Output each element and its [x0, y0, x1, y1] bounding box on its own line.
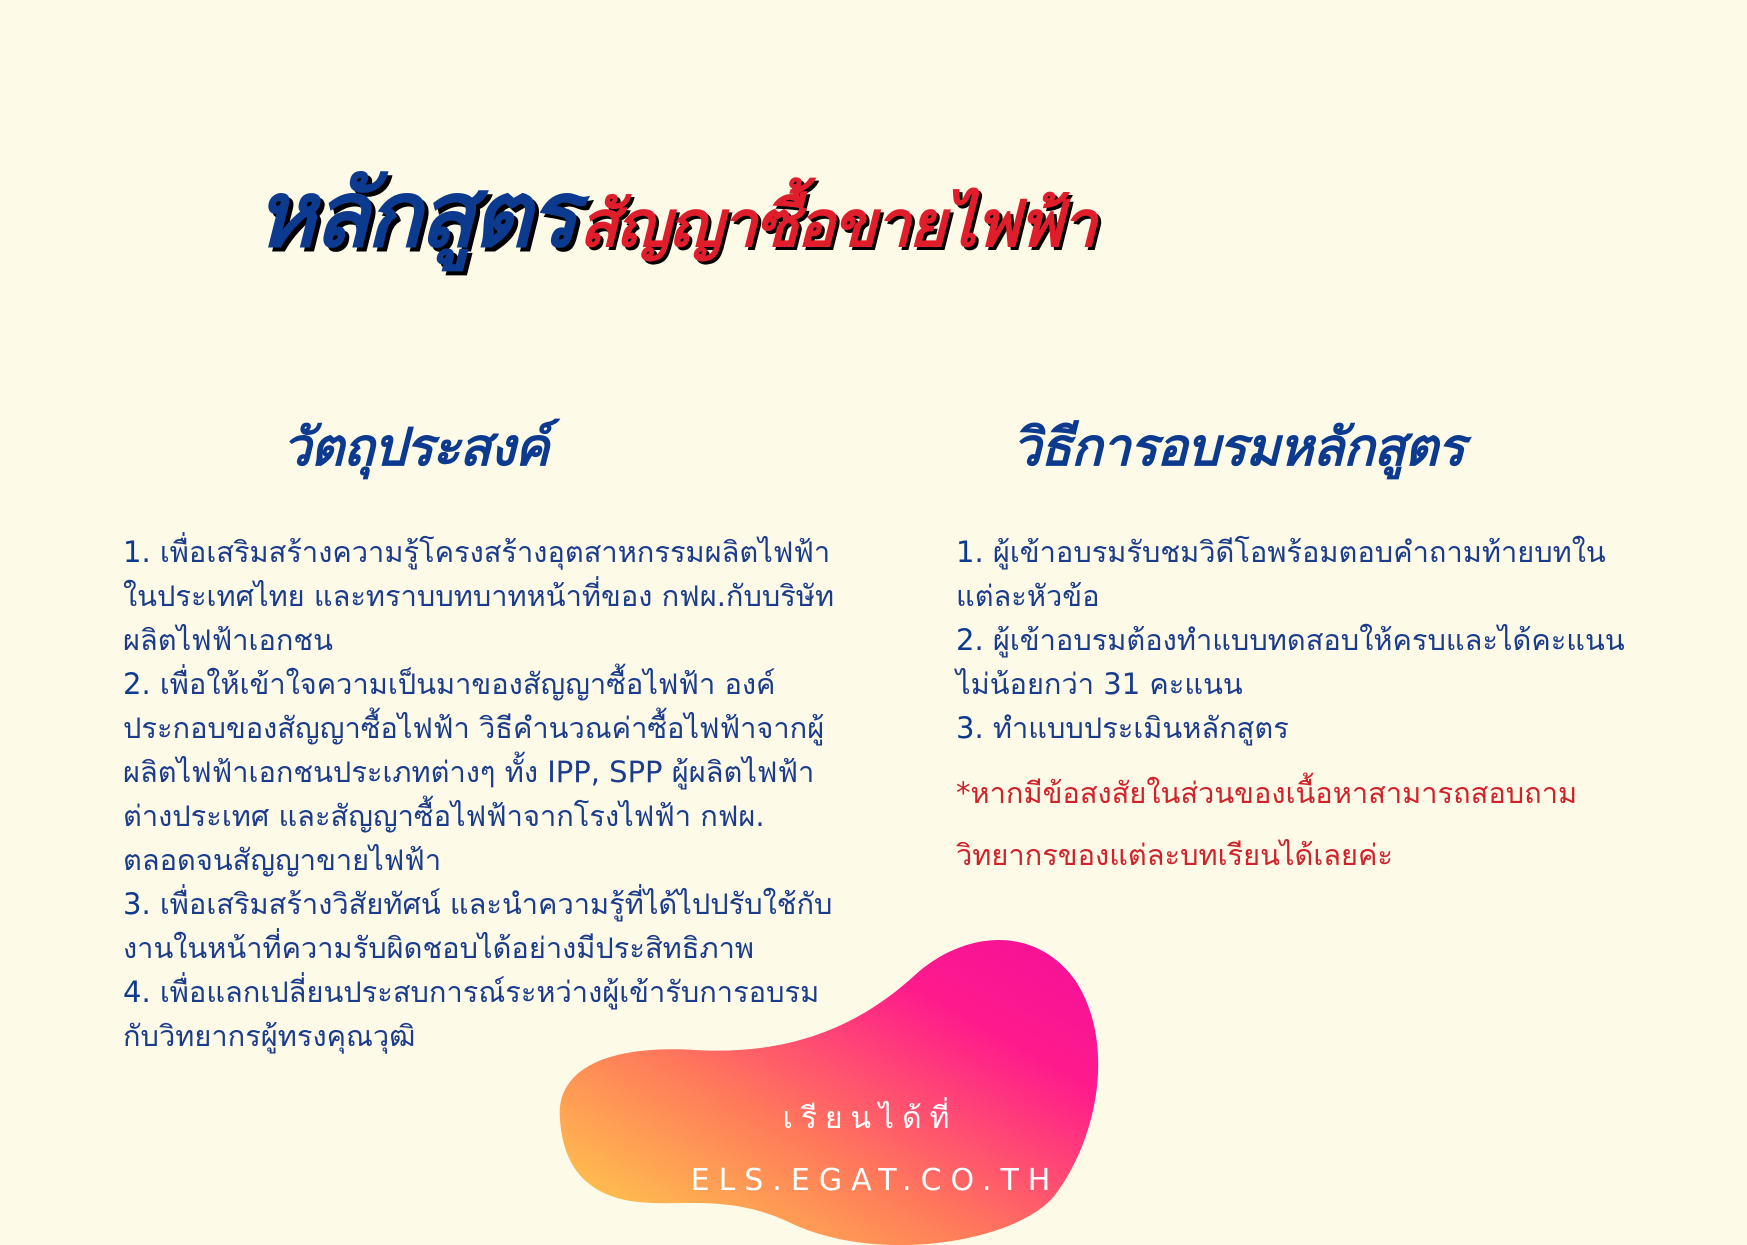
title-sub: สัญญาซื้อขายไฟฟ้า: [579, 188, 1097, 262]
item-text: เพื่อให้เข้าใจความเป็นมาของสัญญาซื้อไฟฟ้…: [123, 667, 825, 877]
item-text: ผู้เข้าอบรมรับชมวิดีโอพร้อมตอบคำถามท้ายบ…: [956, 535, 1606, 613]
website-link[interactable]: ELS.EGAT.CO.TH: [690, 1163, 1060, 1198]
list-item: 2. ผู้เข้าอบรมต้องทำแบบทดสอบให้ครบและได้…: [956, 618, 1636, 706]
item-text: ทำแบบประเมินหลักสูตร: [992, 711, 1289, 745]
item-number: 2.: [123, 667, 151, 701]
objectives-heading: วัตถุประสงค์: [282, 418, 549, 478]
page-title: หลักสูตรสัญญาซื้อขายไฟฟ้า: [255, 140, 1097, 287]
item-number: 1.: [123, 535, 151, 569]
item-number: 3.: [956, 711, 984, 745]
title-main: หลักสูตร: [255, 161, 578, 268]
list-item: 1. เพื่อเสริมสร้างความรู้โครงสร้างอุตสาห…: [123, 530, 843, 662]
gradient-blob: [559, 940, 1099, 1245]
item-text: เพื่อเสริมสร้างความรู้โครงสร้างอุตสาหกรร…: [123, 535, 835, 657]
blob-shape: [559, 940, 1099, 1245]
item-number: 3.: [123, 887, 151, 921]
learn-at-label: เรียนได้ที่: [782, 1101, 958, 1136]
course-poster: หลักสูตรสัญญาซื้อขายไฟฟ้า วัตถุประสงค์ ว…: [0, 0, 1747, 1245]
list-item: 3. ทำแบบประเมินหลักสูตร: [956, 706, 1636, 750]
method-heading: วิธีการอบรมหลักสูตร: [1012, 418, 1465, 478]
item-number: 1.: [956, 535, 984, 569]
item-text: ผู้เข้าอบรมต้องทำแบบทดสอบให้ครบและได้คะแ…: [956, 623, 1625, 701]
contact-note: *หากมีข้อสงสัยในส่วนของเนื้อหาสามารถสอบถ…: [956, 776, 1578, 872]
item-number: 2.: [956, 623, 984, 657]
method-list: 1. ผู้เข้าอบรมรับชมวิดีโอพร้อมตอบคำถามท้…: [956, 530, 1636, 750]
item-number: 4.: [123, 975, 151, 1009]
list-item: 2. เพื่อให้เข้าใจความเป็นมาของสัญญาซื้อไ…: [123, 662, 843, 882]
list-item: 1. ผู้เข้าอบรมรับชมวิดีโอพร้อมตอบคำถามท้…: [956, 530, 1636, 618]
